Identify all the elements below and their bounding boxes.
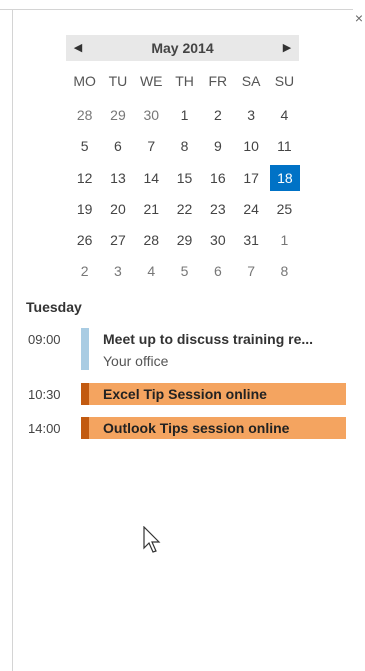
calendar-day[interactable]: 28 (137, 227, 166, 258)
chevron-right-icon[interactable]: ▶ (275, 35, 299, 61)
weekday-header: TU (108, 73, 128, 89)
calendar-day[interactable]: 5 (170, 258, 199, 289)
calendar-day[interactable]: 30 (203, 227, 232, 258)
agenda-day-title: Tuesday (26, 299, 82, 315)
calendar-day[interactable]: 15 (170, 165, 199, 196)
event-time: 14:00 (28, 421, 61, 436)
calendar-day[interactable]: 4 (270, 102, 299, 133)
mouse-pointer-icon (143, 526, 161, 553)
calendar-day[interactable]: 9 (203, 133, 232, 164)
calendar-day[interactable]: 6 (103, 133, 132, 164)
calendar-day[interactable]: 29 (103, 102, 132, 133)
calendar-day[interactable]: 3 (236, 102, 265, 133)
calendar-day[interactable]: 22 (170, 196, 199, 227)
event-accent (81, 383, 89, 405)
calendar-day[interactable]: 5 (70, 133, 99, 164)
calendar-day[interactable]: 3 (103, 258, 132, 289)
close-icon[interactable]: × (353, 10, 365, 26)
calendar-day[interactable]: 17 (236, 165, 265, 196)
calendar-day[interactable]: 8 (170, 133, 199, 164)
calendar-day[interactable]: 13 (103, 165, 132, 196)
weekday-headers: MO TU WE TH FR SA SU (68, 70, 301, 92)
event-accent (81, 417, 89, 439)
calendar-day[interactable]: 19 (70, 196, 99, 227)
calendar-day[interactable]: 27 (103, 227, 132, 258)
event-time: 09:00 (28, 332, 61, 347)
calendar-day[interactable]: 16 (203, 165, 232, 196)
calendar-day[interactable]: 12 (70, 165, 99, 196)
calendar-day[interactable]: 20 (103, 196, 132, 227)
month-label[interactable]: May 2014 (66, 35, 299, 61)
event-block[interactable]: Outlook Tips session online (81, 417, 346, 439)
calendar-grid: 28 29 30 1 2 3 4 5 6 7 8 9 10 11 12 13 14 15 16 17 18 19 20 21 2… (68, 102, 301, 290)
calendar-day[interactable]: 29 (170, 227, 199, 258)
calendar-day[interactable]: 18 (269, 164, 301, 191)
calendar-day[interactable]: 10 (236, 133, 265, 164)
calendar-day[interactable]: 26 (70, 227, 99, 258)
calendar-day[interactable]: 7 (137, 133, 166, 164)
calendar-day[interactable]: 2 (203, 102, 232, 133)
calendar-day[interactable]: 8 (270, 258, 299, 289)
event-time: 10:30 (28, 387, 61, 402)
weekday-header: SU (274, 73, 295, 89)
calendar-day[interactable]: 28 (70, 102, 99, 133)
calendar-day[interactable]: 23 (203, 196, 232, 227)
calendar-day[interactable]: 11 (270, 133, 299, 164)
event-title: Excel Tip Session online (103, 386, 267, 402)
weekday-header: FR (208, 73, 228, 89)
weekday-header: SA (241, 73, 261, 89)
panel-top-border (0, 9, 353, 10)
calendar-day[interactable]: 1 (170, 102, 199, 133)
calendar-day[interactable]: 7 (236, 258, 265, 289)
calendar-day[interactable]: 14 (137, 165, 166, 196)
calendar-day[interactable]: 6 (203, 258, 232, 289)
weekday-header: TH (175, 73, 194, 89)
calendar-day[interactable]: 1 (270, 227, 299, 258)
calendar-day[interactable]: 30 (137, 102, 166, 133)
event-block[interactable]: Excel Tip Session online (81, 383, 346, 405)
weekday-header: WE (139, 73, 163, 89)
calendar-day[interactable]: 25 (270, 196, 299, 227)
calendar-day[interactable]: 24 (236, 196, 265, 227)
event-title: Outlook Tips session online (103, 420, 290, 436)
panel-left-border (12, 10, 13, 671)
calendar-day[interactable]: 21 (137, 196, 166, 227)
calendar-day[interactable]: 31 (236, 227, 265, 258)
event-location: Your office (103, 353, 169, 369)
event-title[interactable]: Meet up to discuss training re... (103, 331, 313, 347)
event-color-bar (81, 328, 89, 370)
calendar-day[interactable]: 2 (70, 258, 99, 289)
month-navigator: ◀ May 2014 ▶ (66, 35, 299, 61)
calendar-day[interactable]: 4 (137, 258, 166, 289)
weekday-header: MO (73, 73, 96, 89)
